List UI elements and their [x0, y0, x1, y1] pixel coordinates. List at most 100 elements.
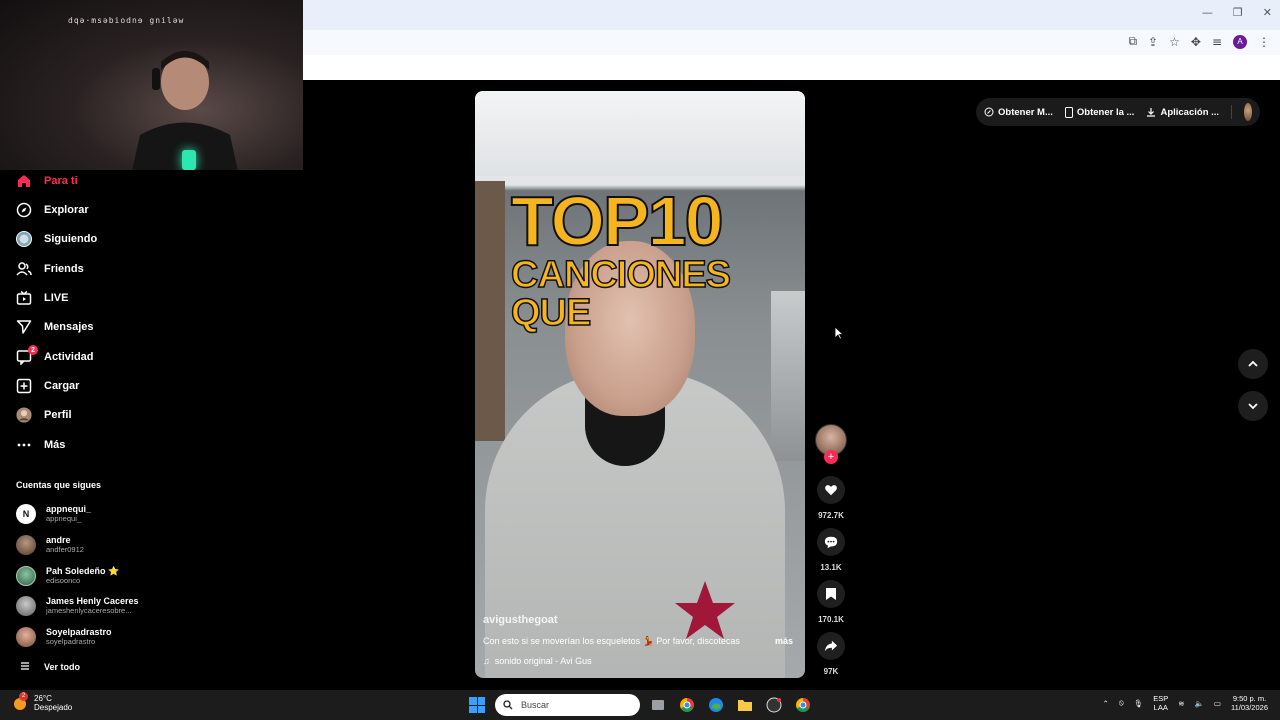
see-all-label: Ver todo	[44, 662, 81, 672]
send-icon	[16, 319, 32, 335]
chevron-up-icon	[1248, 360, 1258, 367]
live-tv-icon	[16, 290, 32, 306]
follow-plus-icon[interactable]: +	[824, 450, 838, 464]
file-explorer-icon[interactable]	[735, 695, 755, 715]
account-avatar: N	[16, 504, 36, 524]
get-coins-button[interactable]: Obtener M...	[984, 107, 1053, 118]
caption-more-link[interactable]: más	[775, 636, 793, 646]
bookmark-star-icon[interactable]: ☆	[1169, 35, 1180, 49]
translate-icon[interactable]: ⧉	[1128, 34, 1137, 49]
previous-video-button[interactable]	[1238, 349, 1268, 379]
account-handle: edisoonco	[46, 575, 81, 585]
next-video-button[interactable]	[1238, 391, 1268, 421]
restore-icon[interactable]: ❐	[1233, 6, 1243, 19]
media-icon[interactable]: ≡	[1212, 35, 1222, 49]
music-note-icon: ♫	[483, 656, 490, 666]
chrome-profile-icon[interactable]	[793, 695, 813, 715]
account-handle: jameshenlycaceresobre...	[46, 605, 132, 615]
weather-widget[interactable]: 2 26°C Despejado	[12, 692, 73, 713]
obs-icon[interactable]	[764, 695, 784, 715]
search-icon	[503, 700, 513, 710]
compass-icon	[16, 202, 32, 218]
sidebar-item-live[interactable]: LIVE	[16, 287, 68, 309]
profile-avatar-icon	[16, 407, 32, 423]
sidebar-item-para-ti[interactable]: Para ti	[16, 170, 78, 192]
desktop-app-button[interactable]: Aplicación ...	[1146, 107, 1219, 118]
webcam-watermark: dqə·msəbiodnɘ gniləw	[68, 16, 185, 25]
get-app-button[interactable]: Obtener la ...	[1064, 106, 1134, 118]
video-author[interactable]: avigusthegoat	[483, 614, 558, 626]
account-avatar	[16, 566, 36, 586]
edge-icon[interactable]	[706, 695, 726, 715]
sidebar-item-label: Explorar	[44, 204, 89, 216]
sidebar-item-label: Cargar	[44, 380, 80, 392]
account-avatar	[16, 627, 36, 647]
video-background	[475, 91, 805, 176]
search-placeholder: Buscar	[521, 700, 550, 710]
sidebar-item-mas[interactable]: Más	[16, 434, 65, 456]
get-coins-label: Obtener M...	[998, 106, 1053, 118]
network-off-icon[interactable]: ⦸	[1119, 698, 1124, 708]
video-sound[interactable]: ♫ sonido original - Avi Gus	[483, 656, 592, 666]
show-hidden-icons-chevron-icon[interactable]: ⌃	[1103, 699, 1109, 708]
wifi-icon[interactable]: ≋	[1178, 699, 1184, 708]
minimize-icon[interactable]: —	[1202, 6, 1213, 19]
task-view-icon[interactable]	[648, 695, 668, 715]
weather-sun-icon: 2	[12, 692, 28, 711]
microphone-icon[interactable]: 🎙	[1134, 699, 1144, 708]
save-button[interactable]	[817, 580, 845, 608]
share-button[interactable]	[817, 632, 845, 660]
activity-badge: 2	[28, 345, 38, 355]
like-button[interactable]	[817, 476, 845, 504]
volume-icon[interactable]: 🔈	[1195, 699, 1204, 708]
following-account[interactable]: andre andfer0912	[16, 532, 84, 558]
clock[interactable]: 9:50 p. m. 11/03/2026	[1231, 694, 1268, 712]
friends-icon	[16, 261, 32, 277]
sidebar-item-cargar[interactable]: Cargar	[16, 375, 79, 397]
profile-avatar[interactable]	[1243, 103, 1252, 121]
list-icon	[20, 661, 30, 673]
following-account[interactable]: Pah Soledeño ⭐ edisoonco	[16, 563, 119, 589]
sidebar-item-explorar[interactable]: Explorar	[16, 199, 89, 221]
language-indicator[interactable]: ESP LAA	[1153, 694, 1168, 712]
clock-date: 11/03/2026	[1231, 703, 1268, 712]
sidebar-item-mensajes[interactable]: Mensajes	[16, 316, 94, 338]
share-arrow-icon	[824, 640, 838, 652]
chrome-icon[interactable]	[677, 695, 697, 715]
save-count: 170.1K	[818, 615, 844, 624]
phone-icon	[1064, 106, 1073, 118]
coin-icon	[984, 107, 994, 117]
sidebar-item-friends[interactable]: Friends	[16, 258, 84, 280]
webcam-overlay: dqə·msəbiodnɘ gniləw	[0, 0, 303, 170]
sidebar-item-actividad[interactable]: 2 Actividad	[16, 345, 94, 368]
following-account[interactable]: Soyelpadrastro soyelpadrastro	[16, 624, 112, 650]
comment-button[interactable]	[817, 528, 845, 556]
see-all-button[interactable]: Ver todo	[20, 661, 80, 673]
windows-taskbar: 2 26°C Despejado Buscar ⌃ ⦸ 🎙 ESP LAA ≋ …	[0, 690, 1280, 720]
close-icon[interactable]: ✕	[1263, 6, 1272, 19]
weather-condition: Despejado	[34, 703, 73, 713]
extensions-icon[interactable]: ✥	[1191, 35, 1201, 49]
video-background	[771, 291, 805, 461]
profile-avatar-icon[interactable]: A	[1233, 34, 1247, 49]
video-player[interactable]: TOP10 CANCIONES QUE avigusthegoat Con es…	[475, 91, 805, 678]
account-avatar	[16, 596, 36, 616]
keyboard-layout: LAA	[1153, 703, 1168, 712]
taskbar-search[interactable]: Buscar	[495, 694, 640, 716]
star-graphic	[675, 581, 735, 639]
sidebar-item-perfil[interactable]: Perfil	[16, 404, 72, 426]
menu-kebab-icon[interactable]: ⋮	[1258, 35, 1270, 49]
comment-icon	[824, 536, 838, 549]
battery-icon[interactable]: ▭	[1214, 699, 1221, 708]
windows-start-icon[interactable]	[469, 697, 485, 713]
following-account[interactable]: N appnequi_ appnequi_	[16, 501, 91, 527]
window-controls: — ❐ ✕	[1202, 6, 1272, 19]
install-app-icon[interactable]: ⇪	[1148, 35, 1158, 49]
screen: — ❐ ✕ ⧉ ⇪ ☆ ✥ ≡ A ⋮ dqə·msəbiodnɘ gniləw	[0, 0, 1280, 720]
sidebar-item-label: Friends	[44, 263, 84, 275]
sidebar-item-siguiendo[interactable]: Siguiendo	[16, 228, 97, 250]
rgb-light	[182, 150, 196, 170]
overlay-line-2: CANCIONES	[510, 254, 732, 296]
following-avatar-icon	[16, 231, 32, 247]
following-account[interactable]: James Henly Caceres jameshenlycaceresobre…	[16, 593, 139, 619]
